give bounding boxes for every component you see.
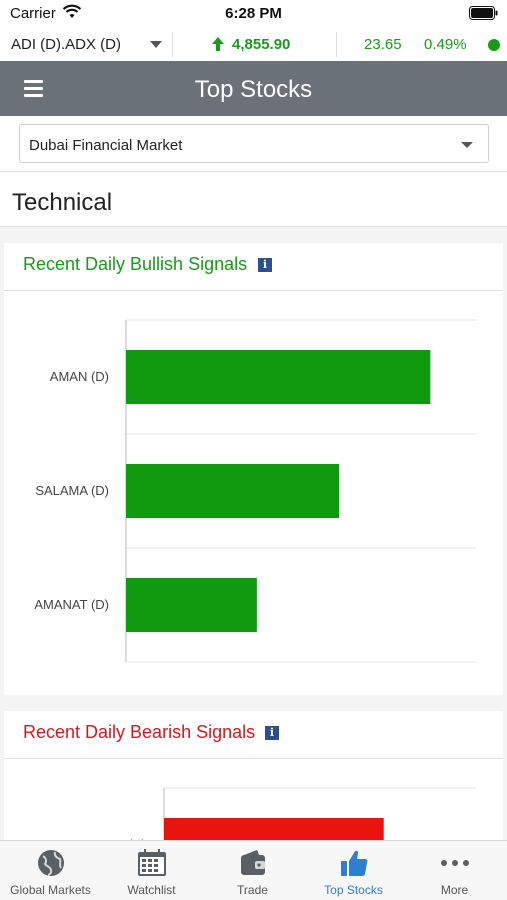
- ticker-divider: [336, 32, 337, 57]
- arrow-up-icon: [212, 37, 224, 51]
- tab-label: Global Markets: [10, 883, 91, 897]
- status-bar: Carrier 6:28 PM: [0, 0, 507, 28]
- market-select-value: Dubai Financial Market: [29, 137, 183, 154]
- bearish-signals-chart: AMLAK (D): [80, 787, 476, 840]
- chevron-down-icon: [461, 142, 473, 148]
- more-dots-icon: [441, 860, 469, 866]
- tab-label: Top Stocks: [324, 883, 383, 897]
- tab-bar: Global Markets Watchlist Trade Top Stock…: [0, 840, 507, 900]
- chevron-down-icon[interactable]: [150, 41, 162, 48]
- section-title: Technical: [12, 189, 113, 216]
- bar: [164, 818, 384, 840]
- market-select[interactable]: Dubai Financial Market: [19, 124, 489, 163]
- category-label: SALAMA (D): [35, 483, 109, 498]
- ticker-price: 4,855.90: [232, 36, 291, 53]
- tab-trade[interactable]: Trade: [202, 841, 303, 900]
- index-ticker[interactable]: ADI (D).ADX (D) 4,855.90 23.65 0.49%: [0, 28, 507, 61]
- tab-label: Watchlist: [127, 883, 176, 897]
- bullish-signals-title: Recent Daily Bullish Signals: [23, 254, 248, 274]
- clock: 6:28 PM: [225, 5, 282, 22]
- battery-icon: [469, 6, 498, 20]
- bar: [126, 464, 340, 518]
- page-title: Top Stocks: [194, 76, 313, 103]
- tab-watchlist[interactable]: Watchlist: [101, 841, 202, 900]
- bar: [126, 578, 257, 632]
- ticker-change-percent: 0.49%: [424, 36, 467, 53]
- ticker-symbol[interactable]: ADI (D).ADX (D): [11, 36, 121, 53]
- bullish-signals-card: Recent Daily Bullish Signals i AMAN (D) S…: [4, 243, 503, 695]
- nav-header: Top Stocks: [0, 61, 507, 116]
- wallet-icon: [241, 850, 265, 875]
- ticker-divider: [172, 32, 173, 57]
- thumbs-up-icon: [341, 850, 368, 876]
- divider: [0, 171, 507, 172]
- ticker-change: 23.65: [364, 36, 402, 53]
- bullish-signals-chart: AMAN (D) SALAMA (D) AMANAT (D): [34, 319, 476, 663]
- tab-more[interactable]: More: [404, 841, 505, 900]
- market-status-dot: [488, 39, 500, 51]
- calendar-icon: [138, 849, 166, 876]
- category-label: AMAN (D): [50, 369, 109, 384]
- globe-icon: [38, 850, 64, 876]
- info-icon[interactable]: i: [258, 258, 272, 272]
- category-label: AMANAT (D): [34, 597, 109, 612]
- bearish-signals-card: Recent Daily Bearish Signals i AMLAK (D): [4, 711, 503, 840]
- tab-top-stocks[interactable]: Top Stocks: [303, 841, 404, 900]
- tab-label: Trade: [237, 883, 268, 897]
- tab-label: More: [440, 883, 469, 897]
- info-icon[interactable]: i: [265, 726, 279, 740]
- bearish-signals-title: Recent Daily Bearish Signals: [23, 722, 256, 742]
- tab-global-markets[interactable]: Global Markets: [0, 841, 101, 900]
- bar: [126, 350, 431, 404]
